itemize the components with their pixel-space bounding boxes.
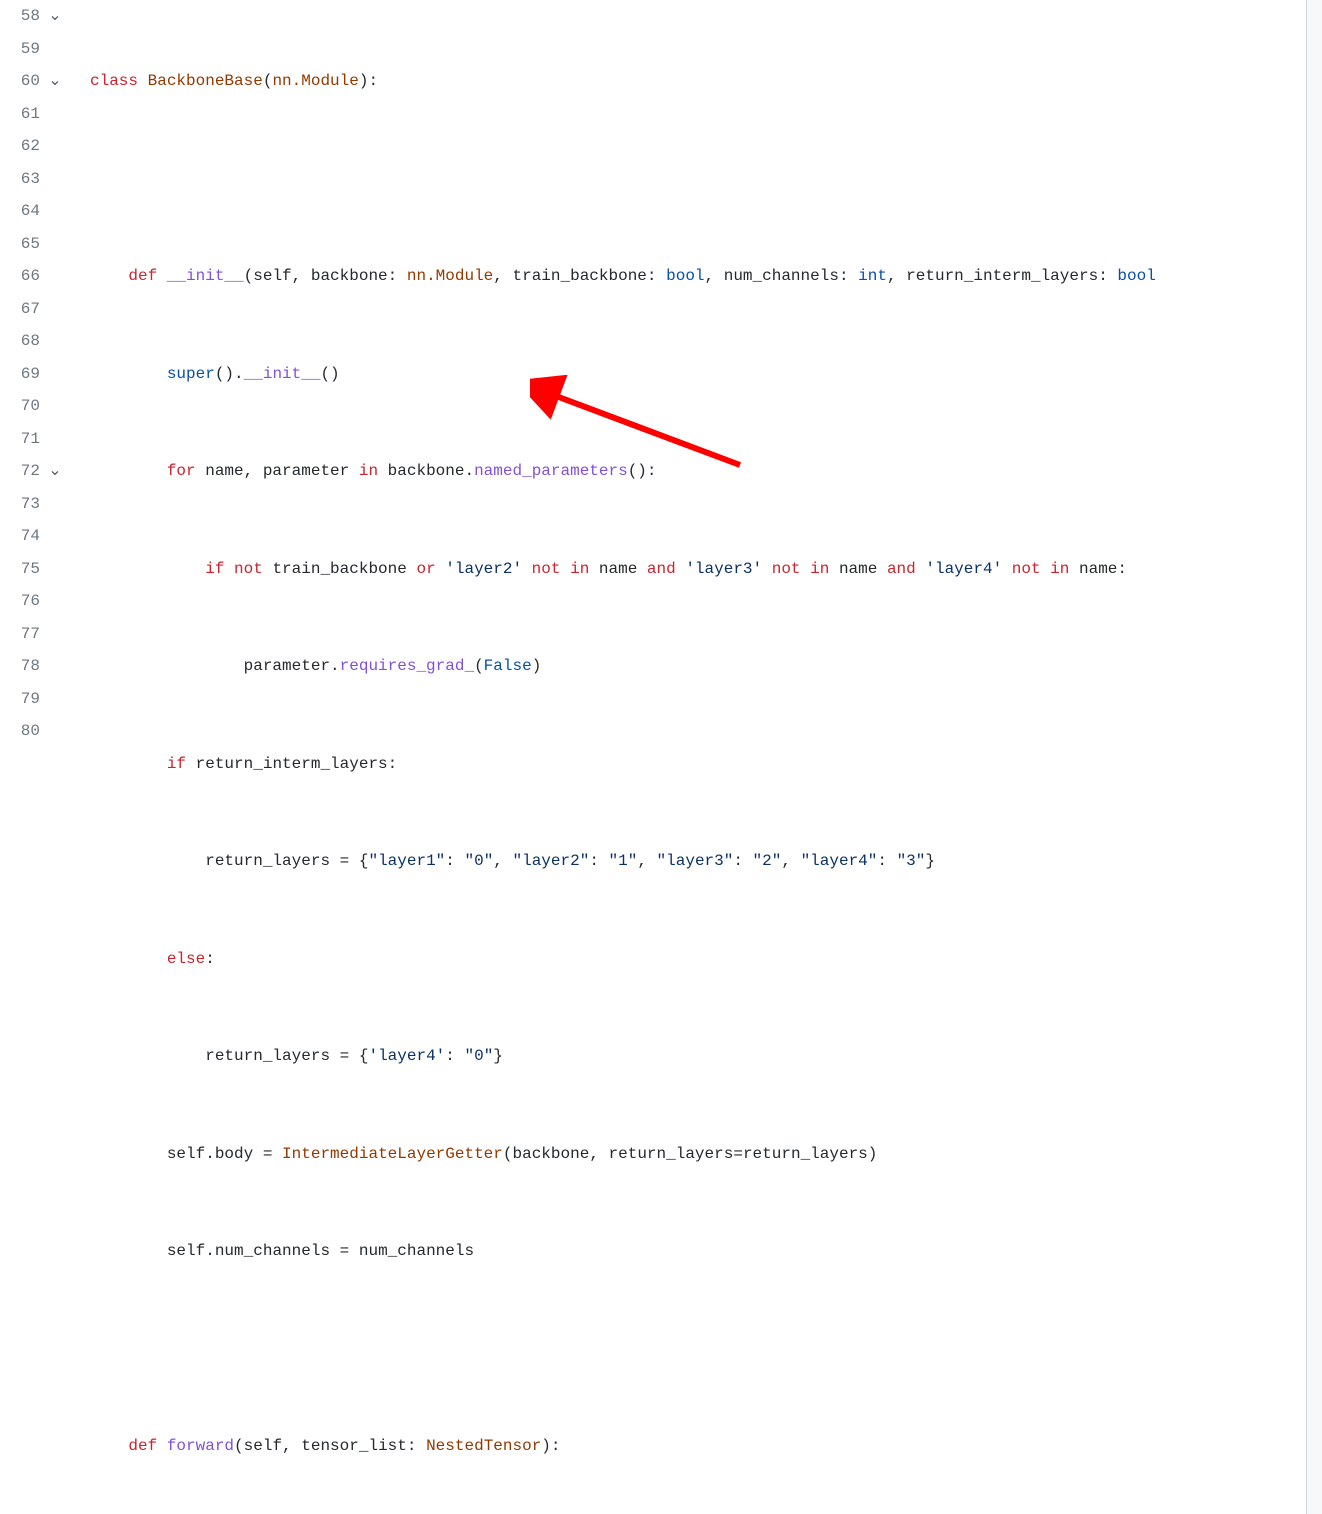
code-line: return_layers = {'layer4': "0"}: [70, 1040, 1322, 1073]
line-number[interactable]: 73: [16, 488, 40, 521]
fold-icon[interactable]: ⌄: [48, 455, 62, 488]
gutter: 58⌄ 59 60⌄ 61 62 63 64 65 66 67 68 69 70…: [0, 0, 70, 1514]
code-line: def forward(self, tensor_list: NestedTen…: [70, 1430, 1322, 1463]
line-number[interactable]: 59: [16, 33, 40, 66]
line-number[interactable]: 80: [16, 715, 40, 748]
code-line: [70, 1333, 1322, 1366]
code-line: self.num_channels = num_channels: [70, 1235, 1322, 1268]
line-number[interactable]: 78: [16, 650, 40, 683]
code-line: else:: [70, 943, 1322, 976]
code-line: if not train_backbone or 'layer2' not in…: [70, 553, 1322, 586]
line-number[interactable]: 64: [16, 195, 40, 228]
line-number[interactable]: 61: [16, 98, 40, 131]
line-number[interactable]: 74: [16, 520, 40, 553]
line-number[interactable]: 76: [16, 585, 40, 618]
line-number[interactable]: 72: [16, 455, 40, 488]
code-line: if return_interm_layers:: [70, 748, 1322, 781]
code-line: return_layers = {"layer1": "0", "layer2"…: [70, 845, 1322, 878]
line-number[interactable]: 60: [16, 65, 40, 98]
line-number[interactable]: 62: [16, 130, 40, 163]
line-number[interactable]: 69: [16, 358, 40, 391]
code-editor: 58⌄ 59 60⌄ 61 62 63 64 65 66 67 68 69 70…: [0, 0, 1322, 1514]
line-number[interactable]: 75: [16, 553, 40, 586]
code-line: class BackboneBase(nn.Module):: [70, 65, 1322, 98]
line-number[interactable]: 70: [16, 390, 40, 423]
code-line: self.body = IntermediateLayerGetter(back…: [70, 1138, 1322, 1171]
fold-icon[interactable]: ⌄: [48, 0, 62, 33]
code-line: super().__init__(): [70, 358, 1322, 391]
vertical-scrollbar[interactable]: [1306, 0, 1322, 1514]
line-number[interactable]: 77: [16, 618, 40, 651]
line-number[interactable]: 79: [16, 683, 40, 716]
code-line: [70, 163, 1322, 196]
fold-icon[interactable]: ⌄: [48, 65, 62, 98]
line-number[interactable]: 58: [16, 0, 40, 33]
line-number[interactable]: 67: [16, 293, 40, 326]
line-number[interactable]: 65: [16, 228, 40, 261]
code-line: parameter.requires_grad_(False): [70, 650, 1322, 683]
line-number[interactable]: 63: [16, 163, 40, 196]
line-number[interactable]: 71: [16, 423, 40, 456]
line-number[interactable]: 66: [16, 260, 40, 293]
code-line: for name, parameter in backbone.named_pa…: [70, 455, 1322, 488]
code-line: def __init__(self, backbone: nn.Module, …: [70, 260, 1322, 293]
line-number[interactable]: 68: [16, 325, 40, 358]
code-content[interactable]: class BackboneBase(nn.Module): def __ini…: [70, 0, 1322, 1514]
